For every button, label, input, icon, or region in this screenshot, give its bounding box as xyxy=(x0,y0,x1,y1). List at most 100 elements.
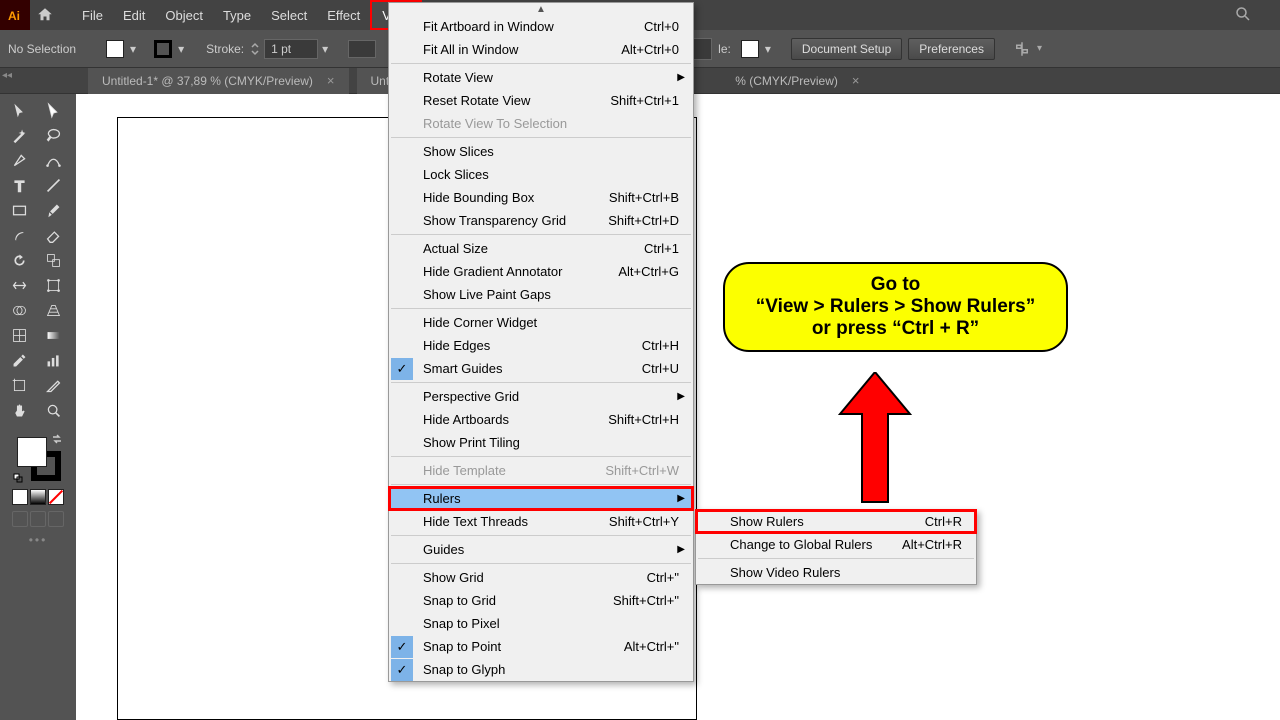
dropdown-icon[interactable]: ▾ xyxy=(178,42,184,56)
menu-item-show-print-tiling[interactable]: Show Print Tiling xyxy=(389,431,693,454)
menu-item-label: Snap to Glyph xyxy=(423,662,505,677)
scale-tool[interactable] xyxy=(36,248,70,273)
menu-item-guides[interactable]: Guides▶ xyxy=(389,538,693,561)
dropdown-icon[interactable]: ▾ xyxy=(130,42,136,56)
menu-item-snap-to-grid[interactable]: Snap to GridShift+Ctrl+" xyxy=(389,589,693,612)
menu-select[interactable]: Select xyxy=(261,0,317,30)
fill-box[interactable] xyxy=(17,437,47,467)
menu-item-label: Hide Gradient Annotator xyxy=(423,264,562,279)
dropdown-icon[interactable]: ▾ xyxy=(322,42,328,56)
type-tool[interactable] xyxy=(2,173,36,198)
stroke-weight-field[interactable]: 1 pt xyxy=(264,39,318,59)
menu-item-snap-to-glyph[interactable]: ✓ Snap to Glyph xyxy=(389,658,693,681)
menu-item-snap-to-pixel[interactable]: Snap to Pixel xyxy=(389,612,693,635)
screen-mode[interactable] xyxy=(48,511,64,527)
menu-item-hide-edges[interactable]: Hide EdgesCtrl+H xyxy=(389,334,693,357)
screen-mode[interactable] xyxy=(12,511,28,527)
menu-item-show-transparency-grid[interactable]: Show Transparency GridShift+Ctrl+D xyxy=(389,209,693,232)
menu-item-perspective-grid[interactable]: Perspective Grid▶ xyxy=(389,385,693,408)
free-transform-tool[interactable] xyxy=(36,273,70,298)
scroll-up-icon[interactable]: ▲ xyxy=(389,3,693,15)
submenu-arrow-icon: ▶ xyxy=(677,72,685,83)
menu-item-snap-to-point[interactable]: ✓Snap to PointAlt+Ctrl+" xyxy=(389,635,693,658)
menu-item-fit-artboard-in-window[interactable]: Fit Artboard in WindowCtrl+0 xyxy=(389,15,693,38)
none-mode[interactable] xyxy=(48,489,64,505)
close-icon[interactable]: × xyxy=(852,73,860,88)
eraser-tool[interactable] xyxy=(36,223,70,248)
mesh-tool[interactable] xyxy=(2,323,36,348)
menu-item-lock-slices[interactable]: Lock Slices xyxy=(389,163,693,186)
gradient-tool[interactable] xyxy=(36,323,70,348)
menu-item-show-grid[interactable]: Show GridCtrl+" xyxy=(389,566,693,589)
selection-tool[interactable] xyxy=(2,98,36,123)
collapse-handle-icon[interactable]: ◂◂ xyxy=(2,70,12,81)
menu-object[interactable]: Object xyxy=(155,0,213,30)
rotate-tool[interactable] xyxy=(2,248,36,273)
shortcut-label: Ctrl+1 xyxy=(644,241,679,256)
gradient-mode[interactable] xyxy=(30,489,46,505)
stroke-swatch[interactable] xyxy=(154,40,172,58)
color-mode[interactable] xyxy=(12,489,28,505)
hand-tool[interactable] xyxy=(2,398,36,423)
default-icon[interactable] xyxy=(13,473,23,483)
home-icon[interactable] xyxy=(30,6,60,24)
menu-item-rotate-view[interactable]: Rotate View▶ xyxy=(389,66,693,89)
width-tool[interactable] xyxy=(2,273,36,298)
rectangle-tool[interactable] xyxy=(2,198,36,223)
menu-item-reset-rotate-view[interactable]: Reset Rotate ViewShift+Ctrl+1 xyxy=(389,89,693,112)
menu-file[interactable]: File xyxy=(72,0,113,30)
chevron-updown-icon[interactable] xyxy=(250,40,260,58)
document-setup-button[interactable]: Document Setup xyxy=(791,38,902,60)
menu-effect[interactable]: Effect xyxy=(317,0,370,30)
perspective-tool[interactable] xyxy=(36,298,70,323)
screen-mode[interactable] xyxy=(30,511,46,527)
lasso-tool[interactable] xyxy=(36,123,70,148)
callout-line: or press “Ctrl + R” xyxy=(741,318,1050,340)
brush-def-field[interactable] xyxy=(348,40,376,58)
line-tool[interactable] xyxy=(36,173,70,198)
menu-item-hide-bounding-box[interactable]: Hide Bounding BoxShift+Ctrl+B xyxy=(389,186,693,209)
menu-item-hide-artboards[interactable]: Hide ArtboardsShift+Ctrl+H xyxy=(389,408,693,431)
menu-item-rulers[interactable]: Rulers▶ xyxy=(389,487,693,510)
submenu-item-show-rulers[interactable]: Show RulersCtrl+R xyxy=(696,510,976,533)
menu-edit[interactable]: Edit xyxy=(113,0,155,30)
dropdown-icon[interactable]: ▾ xyxy=(765,42,771,56)
fill-swatch[interactable] xyxy=(106,40,124,58)
check-icon: ✓ xyxy=(391,659,413,681)
submenu-item-show-video-rulers[interactable]: Show Video Rulers xyxy=(696,561,976,584)
search-icon[interactable] xyxy=(1234,5,1252,26)
style-swatch[interactable] xyxy=(741,40,759,58)
paintbrush-tool[interactable] xyxy=(36,198,70,223)
align-icon[interactable] xyxy=(1013,40,1031,58)
preferences-button[interactable]: Preferences xyxy=(908,38,995,60)
submenu-item-change-to-global-rulers[interactable]: Change to Global RulersAlt+Ctrl+R xyxy=(696,533,976,556)
menu-item-hide-corner-widget[interactable]: Hide Corner Widget xyxy=(389,311,693,334)
menu-item-show-slices[interactable]: Show Slices xyxy=(389,140,693,163)
menu-type[interactable]: Type xyxy=(213,0,261,30)
menu-item-hide-text-threads[interactable]: Hide Text ThreadsShift+Ctrl+Y xyxy=(389,510,693,533)
submenu-arrow-icon: ▶ xyxy=(677,544,685,555)
menu-item-fit-all-in-window[interactable]: Fit All in WindowAlt+Ctrl+0 xyxy=(389,38,693,61)
dropdown-icon[interactable]: ▾ xyxy=(1037,43,1042,54)
curvature-tool[interactable] xyxy=(36,148,70,173)
check-icon: ✓ xyxy=(391,358,413,380)
magic-wand-tool[interactable] xyxy=(2,123,36,148)
direct-selection-tool[interactable] xyxy=(36,98,70,123)
fill-stroke-control[interactable] xyxy=(13,433,63,483)
pen-tool[interactable] xyxy=(2,148,36,173)
chart-tool[interactable] xyxy=(36,348,70,373)
shaper-tool[interactable] xyxy=(2,223,36,248)
zoom-tool[interactable] xyxy=(36,398,70,423)
close-icon[interactable]: × xyxy=(327,73,335,88)
menu-item-actual-size[interactable]: Actual SizeCtrl+1 xyxy=(389,237,693,260)
shape-builder-tool[interactable] xyxy=(2,298,36,323)
edit-toolbar-icon[interactable]: ••• xyxy=(2,533,74,547)
artboard-tool[interactable] xyxy=(2,373,36,398)
slice-tool[interactable] xyxy=(36,373,70,398)
swap-icon[interactable] xyxy=(51,433,63,445)
tab-document-1[interactable]: Untitled-1* @ 37,89 % (CMYK/Preview) × xyxy=(88,68,349,94)
menu-item-hide-gradient-annotator[interactable]: Hide Gradient AnnotatorAlt+Ctrl+G xyxy=(389,260,693,283)
menu-item-smart-guides[interactable]: ✓Smart GuidesCtrl+U xyxy=(389,357,693,380)
menu-item-show-live-paint-gaps[interactable]: Show Live Paint Gaps xyxy=(389,283,693,306)
eyedropper-tool[interactable] xyxy=(2,348,36,373)
